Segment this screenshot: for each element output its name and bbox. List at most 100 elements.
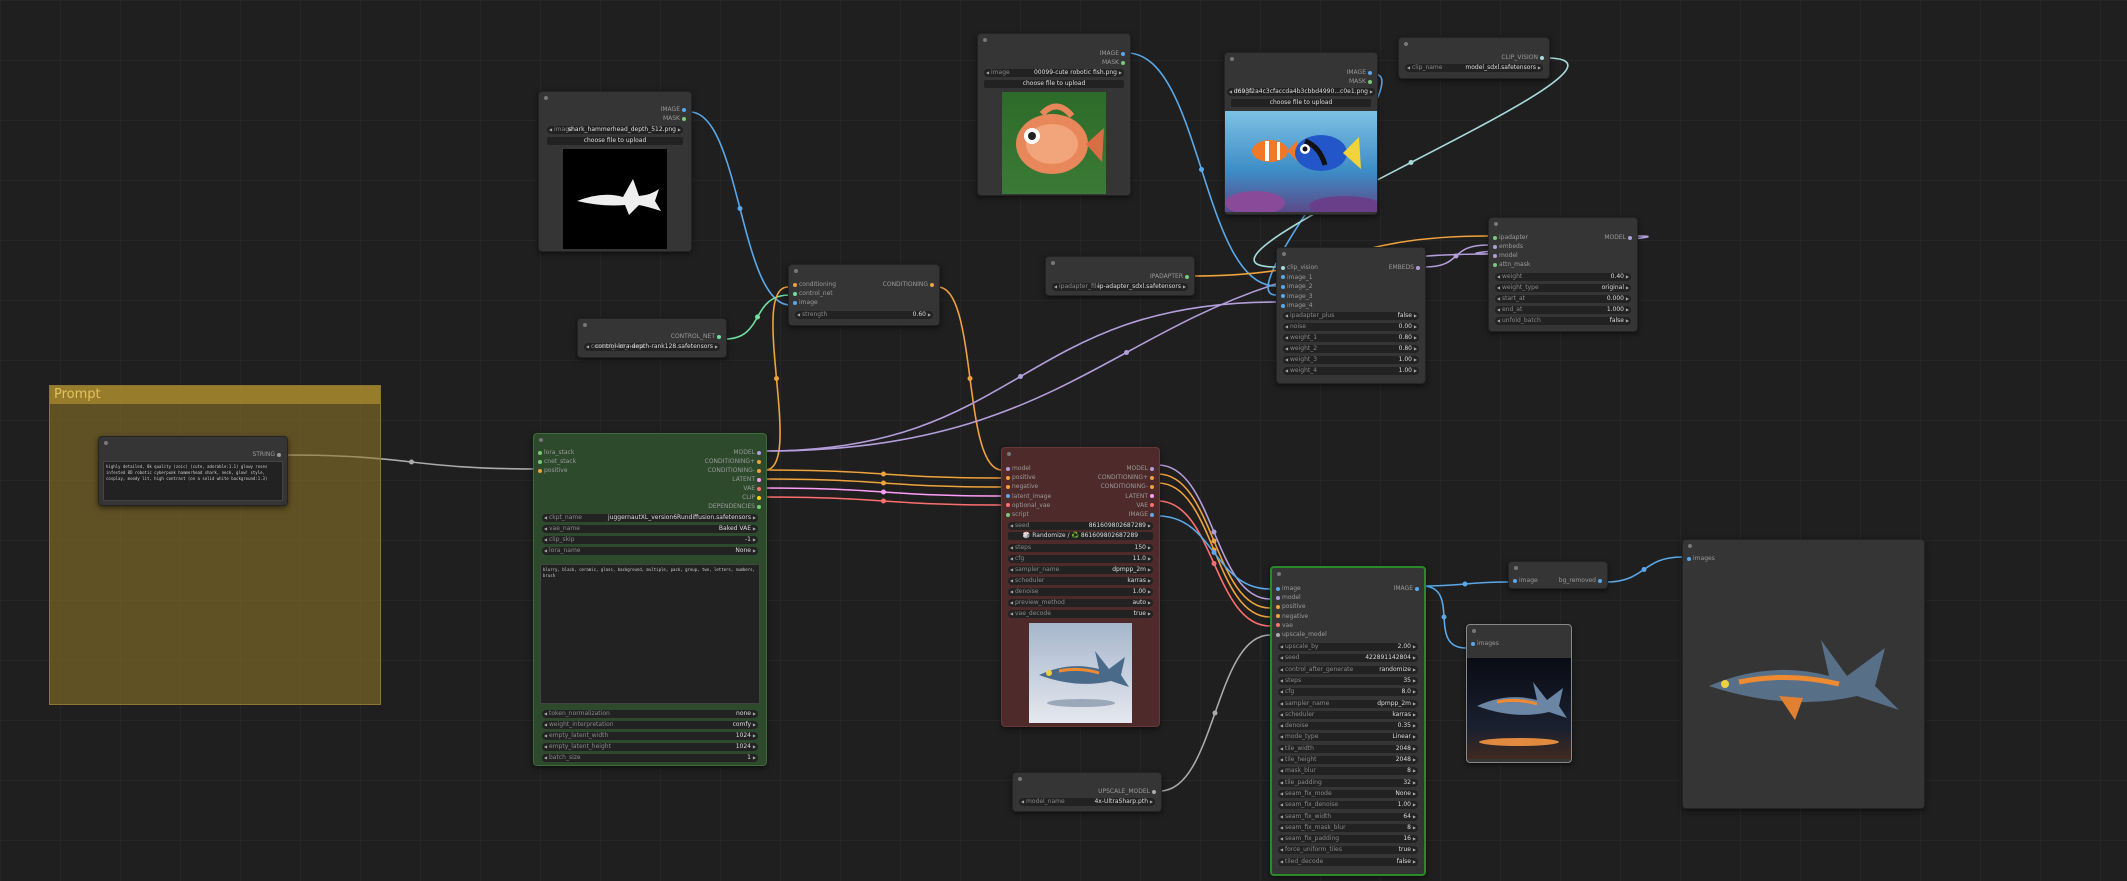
image-select[interactable]: image 00099-cute robotic fish.png xyxy=(984,69,1124,77)
negative-prompt-textarea[interactable]: blurry, black, ceramic, glass, backgroun… xyxy=(540,564,760,704)
widget-seam-fix-denoise[interactable]: seam_fix_denoise 1.00 xyxy=(1278,801,1418,810)
input-attn-mask[interactable]: attn_mask xyxy=(1491,261,1530,269)
seed-widget[interactable]: seed 861609802687289 xyxy=(1008,522,1153,530)
node-header[interactable] xyxy=(534,434,766,446)
widget-seam-fix-mode[interactable]: seam_fix_mode None xyxy=(1278,789,1418,798)
input-image[interactable]: image xyxy=(791,299,818,307)
strength-slider[interactable]: strength 0.60 xyxy=(795,311,933,319)
widget-preview-method[interactable]: preview_method auto xyxy=(1008,599,1153,607)
widget-weight-1[interactable]: weight_1 0.80 xyxy=(1283,334,1419,342)
link-upscale-model[interactable] xyxy=(1159,634,1271,792)
load-image-nemo-node[interactable]: IMAGE MASK imaged693f2a4c3cfaccda4b3cbbd… xyxy=(1224,52,1378,215)
widget-weight[interactable]: weight 0.40 xyxy=(1495,273,1631,281)
link-midpoint[interactable] xyxy=(1211,547,1217,553)
widget-seam-fix-width[interactable]: seam_fix_width 64 xyxy=(1278,812,1418,821)
upscale-model-loader-node[interactable]: UPSCALE_MODEL model_name 4x-UltraSharp.pt… xyxy=(1012,772,1162,812)
input-model[interactable]: model xyxy=(1274,594,1301,602)
controlnet-select[interactable]: control_net_namecontrol-lora-depth-rank1… xyxy=(584,343,720,351)
widget-sampler-name[interactable]: sampler_name dpmpp_2m xyxy=(1008,566,1153,574)
widget-weight-4[interactable]: weight_4 1.00 xyxy=(1283,367,1419,375)
link-midpoint[interactable] xyxy=(774,376,779,381)
widget-seam-fix-mask-blur[interactable]: seam_fix_mask_blur 8 xyxy=(1278,823,1418,832)
link-model[interactable] xyxy=(1423,244,1489,268)
link-image[interactable] xyxy=(1157,515,1271,590)
widget-vae-decode[interactable]: vae_decode true xyxy=(1008,610,1153,618)
input-positive[interactable]: positive xyxy=(1274,603,1306,611)
widget-weight-interpretation[interactable]: weight_interpretation comfy xyxy=(542,721,758,729)
link-midpoint[interactable] xyxy=(1408,160,1414,165)
link-midpoint[interactable] xyxy=(1211,538,1217,544)
widget-mask-blur[interactable]: mask_blur 8 xyxy=(1278,767,1418,776)
input-negative[interactable]: negative xyxy=(1004,483,1038,491)
widget-mode-type[interactable]: mode_type Linear xyxy=(1278,733,1418,742)
widget-upscale-by[interactable]: upscale_by 2.00 xyxy=(1278,643,1418,651)
widget-tile-width[interactable]: tile_width 2048 xyxy=(1278,744,1418,753)
link-conditioning[interactable] xyxy=(1157,482,1271,618)
input-cnet-stack[interactable]: cnet_stack xyxy=(536,458,576,466)
widget-force-uniform-tiles[interactable]: force_uniform_tiles true xyxy=(1278,846,1418,855)
widget-empty-latent-width[interactable]: empty_latent_width 1024 xyxy=(542,732,758,740)
output-mask[interactable]: MASK xyxy=(1102,59,1127,67)
node-header[interactable] xyxy=(539,92,691,104)
input-lora-stack[interactable]: lora_stack xyxy=(536,449,574,457)
output-image[interactable]: IMAGE xyxy=(661,106,688,114)
link-conditioning[interactable] xyxy=(764,286,789,471)
input-image-1[interactable]: image_1 xyxy=(1279,274,1313,282)
link-conditioning[interactable] xyxy=(764,478,1003,488)
input-optional-vae[interactable]: optional_vae xyxy=(1004,502,1050,510)
input-conditioning[interactable]: conditioning xyxy=(791,281,836,289)
output-image[interactable]: IMAGE xyxy=(1100,50,1127,58)
output-conditioning-[interactable]: CONDITIONING+ xyxy=(1098,474,1156,482)
upload-button[interactable]: choose file to upload xyxy=(547,137,683,145)
input-positive[interactable]: positive xyxy=(536,467,568,475)
node-header[interactable] xyxy=(578,319,726,331)
load-image-fish-node[interactable]: IMAGE MASK image 00099-cute robotic fish.… xyxy=(977,33,1131,196)
link-midpoint[interactable] xyxy=(1211,561,1217,566)
link-image[interactable] xyxy=(1421,581,1509,587)
link-midpoint[interactable] xyxy=(1199,167,1204,172)
link-midpoint[interactable] xyxy=(1641,567,1647,572)
output-clip[interactable]: CLIP xyxy=(742,494,763,502)
widget-batch-size[interactable]: batch_size 1 xyxy=(542,754,758,762)
load-image-shark-node[interactable]: IMAGE MASK imageshark_hammerhead_depth_5… xyxy=(538,91,692,252)
preview-image-large-node[interactable]: images xyxy=(1682,539,1925,809)
output-bg-removed[interactable]: bg_removed xyxy=(1559,577,1604,585)
input-embeds[interactable]: embeds xyxy=(1491,243,1523,251)
node-header[interactable] xyxy=(978,34,1130,46)
link-midpoint[interactable] xyxy=(1453,253,1459,259)
input-images[interactable]: images xyxy=(1685,555,1715,563)
node-header[interactable] xyxy=(1272,568,1424,580)
prompt-primitive-node[interactable]: STRING highly detailed, 8k quality (zoic… xyxy=(98,436,288,506)
output-embeds[interactable]: EMBEDS xyxy=(1389,264,1422,272)
ipadapter-encoder-node[interactable]: clip_vision image_1 image_2 image_3 image_4 … xyxy=(1276,247,1426,384)
clip-select[interactable]: clip_name model_sdxl.safetensors xyxy=(1405,64,1543,72)
link-midpoint[interactable] xyxy=(1211,529,1217,535)
upload-button[interactable]: choose file to upload xyxy=(1231,99,1371,107)
widget-sampler-name[interactable]: sampler_name dpmpp_2m xyxy=(1278,699,1418,708)
link-midpoint[interactable] xyxy=(967,376,973,381)
output-clip-vision[interactable]: CLIP_VISION xyxy=(1501,54,1546,62)
output-image[interactable]: IMAGE xyxy=(1129,511,1156,519)
input-image[interactable]: image xyxy=(1511,577,1538,585)
workflow-canvas[interactable]: Prompt STRING highly detailed, 8k qualit… xyxy=(0,0,2127,881)
input-image-2[interactable]: image_2 xyxy=(1279,283,1313,291)
node-header[interactable] xyxy=(1489,218,1637,230)
input-image-3[interactable]: image_3 xyxy=(1279,293,1313,301)
node-header[interactable] xyxy=(1046,257,1194,269)
output-mask[interactable]: MASK xyxy=(663,115,688,123)
widget-token-normalization[interactable]: token_normalization none xyxy=(542,710,758,718)
image-select[interactable]: imaged693f2a4c3cfaccda4b3cbbd4990...c0e1… xyxy=(1227,88,1375,96)
widget-denoise[interactable]: denoise 1.00 xyxy=(1008,588,1153,596)
link-midpoint[interactable] xyxy=(1124,350,1129,355)
input-model[interactable]: model xyxy=(1491,252,1518,260)
input-vae[interactable]: vae xyxy=(1274,622,1293,630)
input-positive[interactable]: positive xyxy=(1004,474,1036,482)
input-clip-vision[interactable]: clip_vision xyxy=(1279,264,1318,272)
prompt-textarea[interactable]: highly detailed, 8k quality (zoic) (cute… xyxy=(103,461,283,501)
apply-controlnet-node[interactable]: conditioning control_net image CONDITION… xyxy=(788,264,940,326)
node-header[interactable] xyxy=(1399,38,1549,50)
input-images[interactable]: images xyxy=(1469,640,1499,648)
input-image-4[interactable]: image_4 xyxy=(1279,302,1313,310)
node-header[interactable] xyxy=(1277,248,1425,260)
input-script[interactable]: script xyxy=(1004,511,1029,519)
